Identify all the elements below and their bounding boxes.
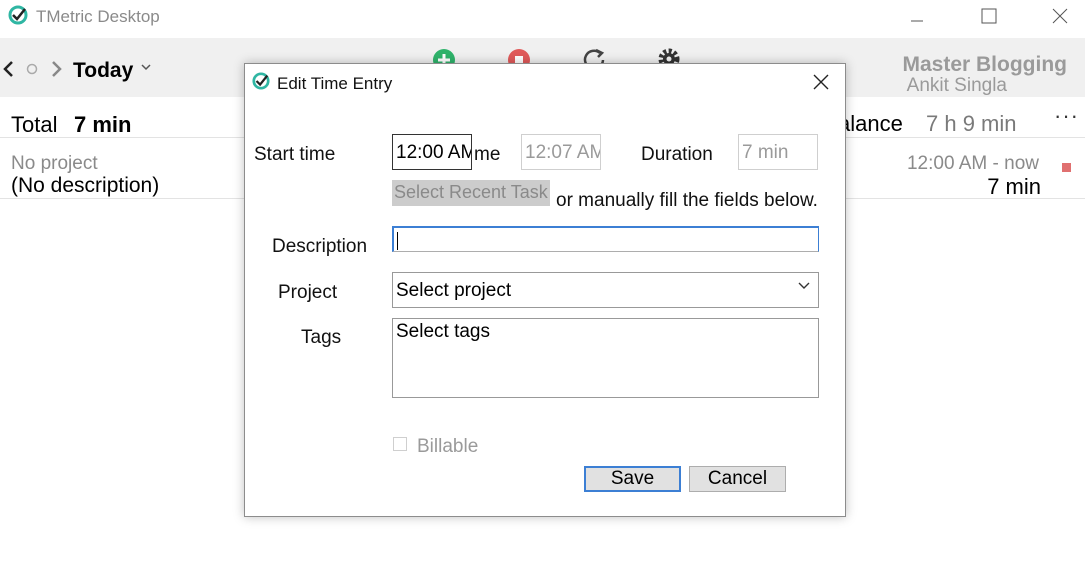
duration-label: Duration [641,144,713,165]
more-options-button[interactable]: ··· [1054,103,1079,129]
save-button[interactable]: Save [584,466,681,492]
balance-label: alance [838,111,903,136]
dialog-close-button[interactable] [801,64,841,100]
project-label: Project [278,282,338,303]
end-time-label-partial: me [474,144,501,165]
billable-label: Billable [417,436,479,457]
start-time-input[interactable]: 12:00 AM [392,134,472,170]
settings-gear-icon[interactable] [656,46,682,64]
maximize-icon [981,8,997,24]
refresh-icon[interactable] [582,48,608,64]
close-icon [1052,8,1068,24]
project-placeholder: Select project [396,280,512,301]
billable-checkbox[interactable] [393,437,407,451]
tags-input[interactable]: Select tags [392,318,819,398]
window-title: TMetric Desktop [36,7,160,26]
current-day-icon[interactable] [26,63,38,75]
workspace-name[interactable]: Master Blogging [902,53,1067,77]
tmetric-logo-icon [252,72,270,90]
duration-input[interactable]: 7 min [738,134,818,170]
cancel-button[interactable]: Cancel [689,466,786,492]
start-time-label: Start time [254,144,336,165]
minimize-icon [911,20,923,22]
close-icon [813,74,829,90]
start-timer-icon[interactable] [432,48,456,64]
entry-duration: 7 min [987,174,1041,199]
dialog-title: Edit Time Entry [277,74,393,93]
edit-time-entry-dialog: Edit Time Entry Start time 12:00 AM me 1… [244,63,846,517]
end-time-input[interactable]: 12:07 AM [521,134,601,170]
title-bar: TMetric Desktop [0,0,1085,36]
close-window-button[interactable] [1037,0,1083,32]
balance-value: 7 h 9 min [926,111,1017,136]
stop-entry-icon[interactable] [1062,163,1071,172]
chevron-down-icon[interactable] [141,64,151,72]
period-selector[interactable]: Today [73,59,133,83]
maximize-button[interactable] [966,0,1012,32]
manual-fill-hint: or manually fill the fields below. [556,190,818,211]
project-select[interactable]: Select project [392,272,819,308]
minimize-button[interactable] [894,0,940,32]
chevron-down-icon [798,282,810,289]
next-day-icon[interactable] [51,61,63,77]
entry-description: (No description) [11,174,160,197]
tags-label: Tags [301,327,342,348]
description-label: Description [272,236,368,257]
total-value: 7 min [74,112,132,137]
total-label: Total [11,112,58,137]
entry-project: No project [11,153,98,174]
description-input[interactable] [392,226,819,252]
previous-day-icon[interactable] [2,61,14,77]
stop-timer-icon[interactable] [507,48,531,64]
tmetric-logo-icon [8,5,28,25]
entry-time-range: 12:00 AM - now [906,153,1039,174]
select-recent-task-button[interactable]: Select Recent Task [392,180,550,206]
user-name: Ankit Singla [906,75,1007,96]
text-cursor [397,231,398,250]
